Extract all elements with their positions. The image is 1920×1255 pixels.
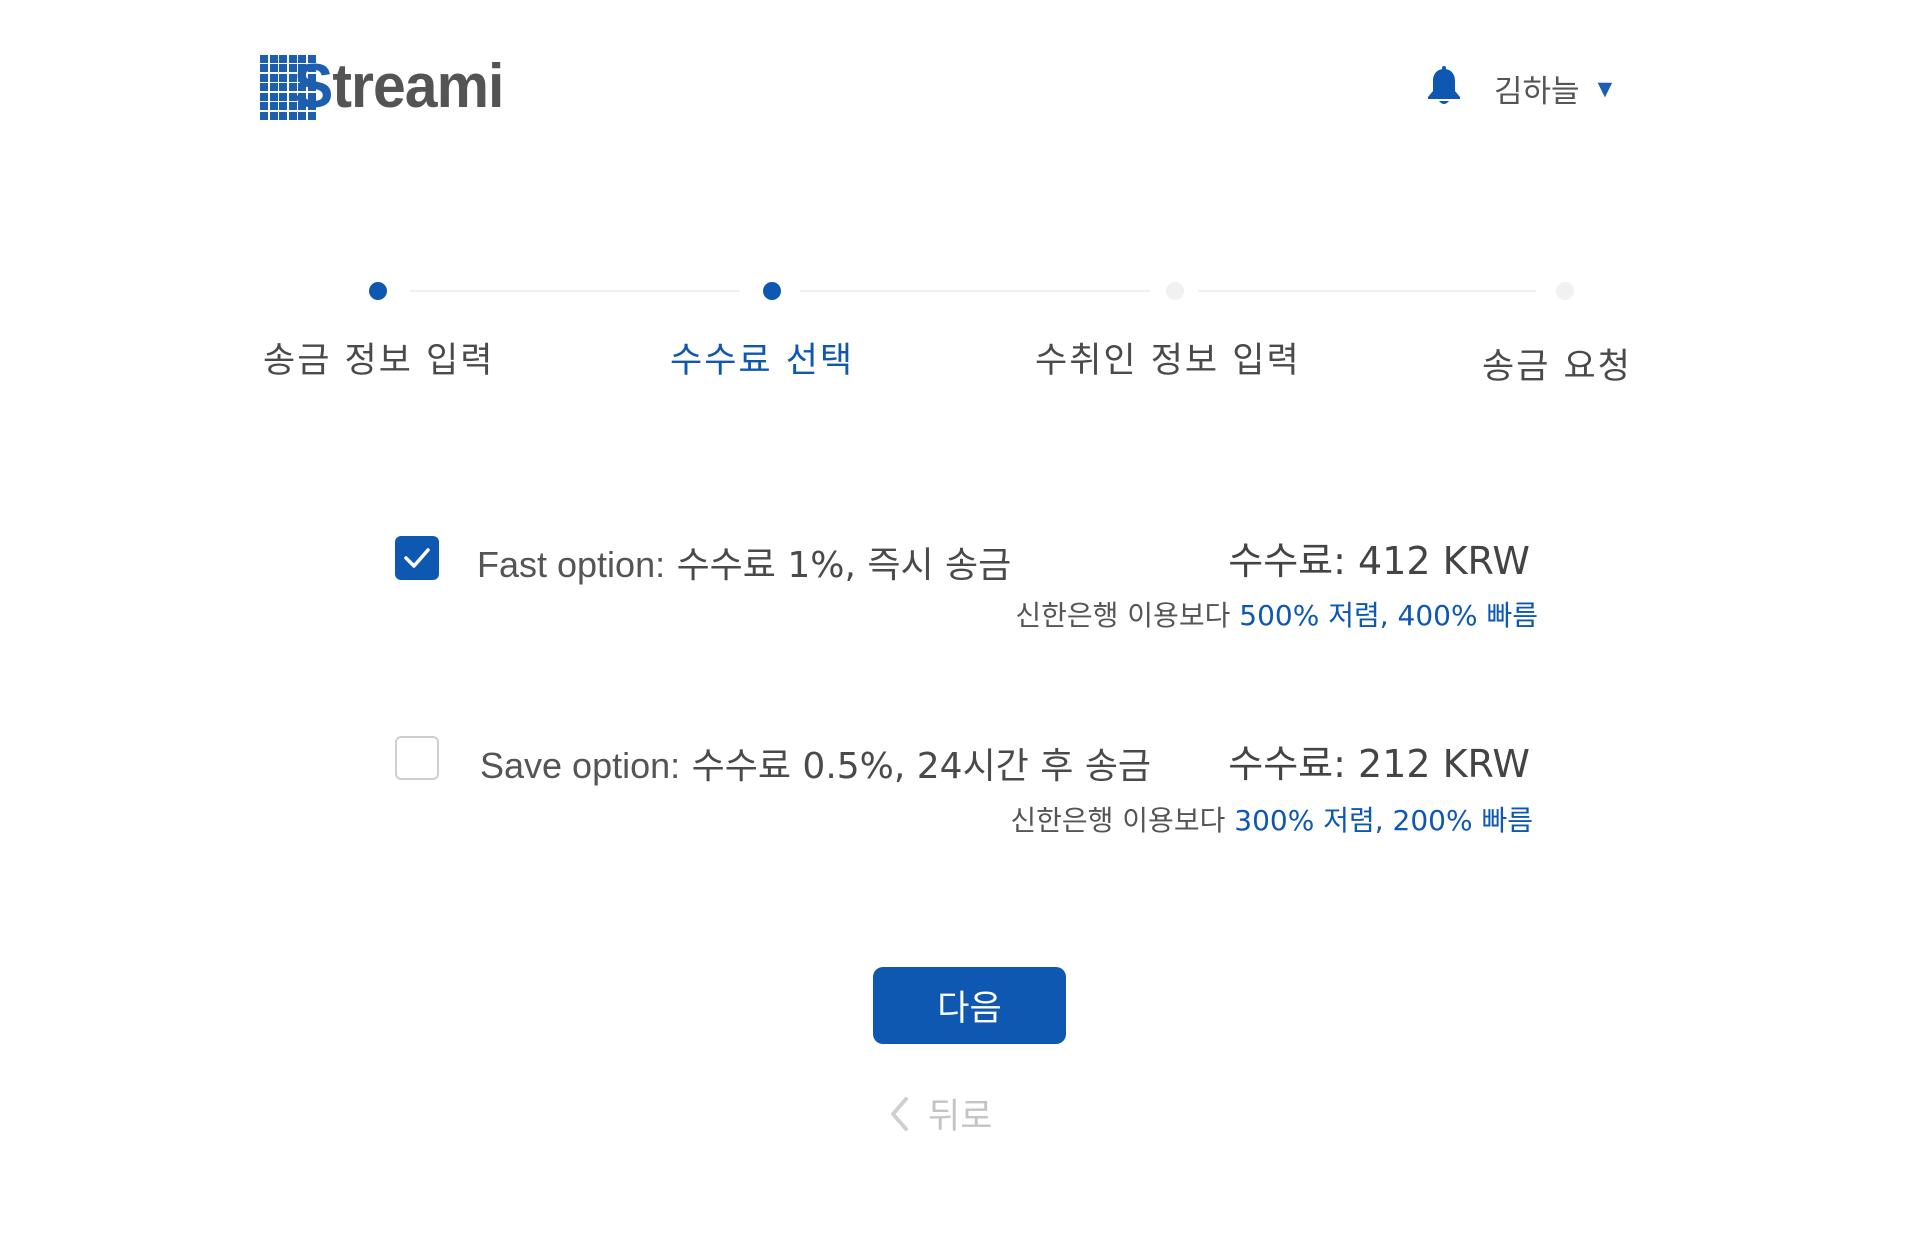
save-compare-highlight: 300% 저렴, 200% 빠름 xyxy=(1234,804,1533,837)
streami-logo[interactable]: Streami xyxy=(260,52,514,121)
step-label-3: 수취인 정보 입력 xyxy=(1035,341,1301,381)
save-option-compare: 신한은행 이용보다 300% 저렴, 200% 빠름 xyxy=(1010,799,1533,839)
user-menu[interactable]: 김하늘 ▼ xyxy=(1494,66,1612,111)
step-label-2: 수수료 선택 xyxy=(670,341,855,381)
fast-option-checkbox[interactable] xyxy=(395,536,439,580)
fast-option-fee: 수수료: 412 KRW xyxy=(1228,539,1530,583)
save-option[interactable]: Save option: 수수료 0.5%, 24시간 후 송금 수수료: 21… xyxy=(395,733,1545,843)
step-connector-1 xyxy=(410,290,740,292)
step-dot-2 xyxy=(763,282,781,300)
back-link[interactable]: 뒤로 xyxy=(888,1088,992,1139)
fast-compare-highlight: 500% 저렴, 400% 빠름 xyxy=(1239,599,1538,632)
step-connector-2 xyxy=(800,290,1150,292)
save-option-title: Save option: 수수료 0.5%, 24시간 후 송금 xyxy=(480,737,1151,789)
save-option-fee: 수수료: 212 KRW xyxy=(1228,742,1530,786)
progress-stepper: 송금 정보 입력 수수료 선택 수취인 정보 입력 송금 요청 xyxy=(0,270,1920,390)
chevron-left-icon xyxy=(891,1096,908,1131)
save-option-detail: 수수료 0.5%, 24시간 후 송금 xyxy=(691,746,1152,787)
back-label: 뒤로 xyxy=(928,1097,993,1137)
logo-text: Streami xyxy=(293,52,504,121)
save-option-name: Save option: xyxy=(480,745,681,786)
save-compare-prefix: 신한은행 이용보다 xyxy=(1010,804,1226,837)
caret-down-icon: ▼ xyxy=(1597,77,1613,100)
step-label-1: 송금 정보 입력 xyxy=(263,341,495,381)
step-connector-3 xyxy=(1198,290,1536,292)
check-icon xyxy=(404,548,430,568)
step-dot-1 xyxy=(369,282,387,300)
step-label-4: 송금 요청 xyxy=(1482,347,1632,387)
fast-option-compare: 신한은행 이용보다 500% 저렴, 400% 빠름 xyxy=(1015,594,1538,634)
fast-option[interactable]: Fast option: 수수료 1%, 즉시 송금 수수료: 412 KRW … xyxy=(395,530,1545,640)
next-button[interactable]: 다음 xyxy=(873,967,1066,1044)
step-dot-4 xyxy=(1556,282,1574,300)
fast-option-detail: 수수료 1%, 즉시 송금 xyxy=(676,545,1012,586)
save-option-checkbox[interactable] xyxy=(395,736,439,780)
fast-option-title: Fast option: 수수료 1%, 즉시 송금 xyxy=(477,536,1011,588)
bell-icon[interactable] xyxy=(1424,66,1464,108)
step-dot-3 xyxy=(1166,282,1184,300)
user-name: 김하늘 xyxy=(1494,74,1580,110)
fast-option-name: Fast option: xyxy=(477,544,666,585)
fast-compare-prefix: 신한은행 이용보다 xyxy=(1015,599,1231,632)
